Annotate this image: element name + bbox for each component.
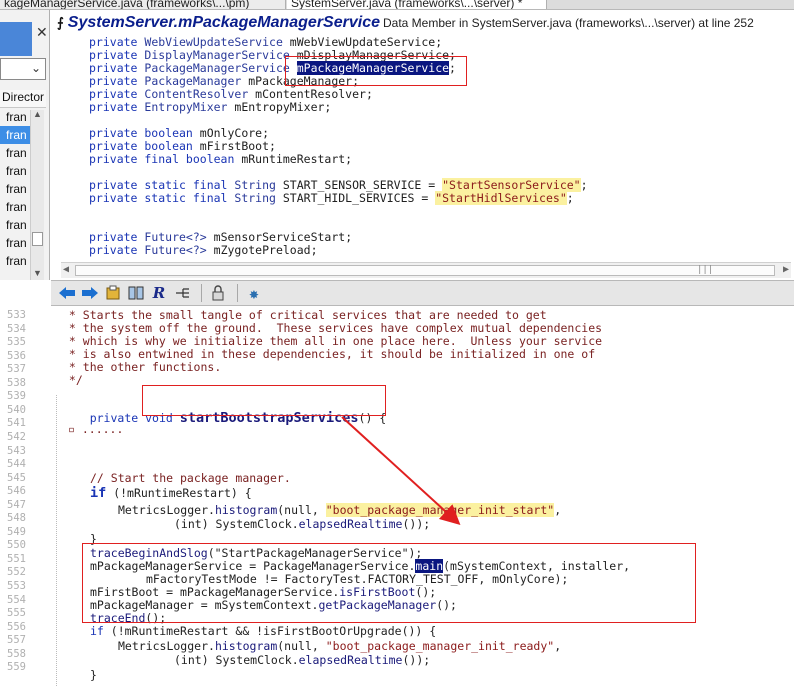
file-list-item[interactable]: fran — [0, 108, 30, 126]
function-icon: ⨍ — [57, 15, 64, 31]
code-token: ; — [566, 191, 574, 205]
code-token: private final boolean — [89, 152, 242, 166]
file-list-item[interactable]: fran — [0, 180, 30, 198]
code-line: private static final String START_HIDL_S… — [89, 191, 574, 205]
lock-icon[interactable] — [208, 283, 228, 303]
scrollbar-grip-icon: ||| — [697, 265, 714, 275]
scrollbar-thumb[interactable] — [32, 232, 43, 246]
scroll-left-icon[interactable]: ◀ — [63, 264, 69, 275]
left-panel: ✕ ⌄ Director fran fran fran fran fran fran fra… — [0, 10, 50, 280]
directory-column-header[interactable]: Director — [0, 90, 46, 108]
context-toolbar: R ✸ — [51, 280, 794, 306]
code-token: mEntropyMixer; — [234, 100, 332, 114]
tab-system-server[interactable]: SystemServer.java (frameworks\...\server… — [287, 0, 547, 10]
file-list-item[interactable]: fran — [0, 198, 30, 216]
code-token: private — [89, 243, 145, 257]
code-token: WebViewUpdateService — [144, 35, 290, 49]
code-token: mOnlyCore; — [199, 126, 270, 140]
back-arrow-icon[interactable] — [57, 283, 77, 303]
code-token: private — [89, 35, 145, 49]
scrollbar-thumb[interactable] — [75, 265, 775, 276]
toolbar-separator — [237, 284, 238, 302]
annotation-arrow — [341, 416, 461, 526]
code-token: EntropyMixer — [144, 100, 235, 114]
horizontal-scrollbar[interactable]: ◀ ||| ▶ — [61, 262, 791, 278]
code-token: mWebViewUpdateService; — [289, 35, 443, 49]
code-token: private — [89, 74, 145, 88]
code-token: START_SENSOR_SERVICE = — [282, 178, 443, 192]
code-token: mRuntimeRestart; — [241, 152, 353, 166]
code-token: "StartHidlServices" — [435, 191, 567, 205]
code-line: private final boolean mRuntimeRestart; — [89, 153, 352, 166]
code-token: private — [89, 100, 145, 114]
code-token: String — [234, 178, 283, 192]
close-icon[interactable]: ✕ — [36, 24, 48, 41]
code-token: private — [89, 48, 145, 62]
symbol-context-panel: ⨍ SystemServer.mPackageManagerService Da… — [51, 10, 794, 280]
code-token: START_HIDL_SERVICES = — [282, 191, 436, 205]
symbol-description: Data Member in SystemServer.java (framew… — [382, 16, 754, 30]
annotation-box-member — [285, 56, 467, 86]
code-token: private boolean — [89, 126, 200, 140]
book-icon[interactable] — [126, 283, 146, 303]
code-token: private — [89, 61, 145, 75]
code-token: PackageManager — [144, 74, 249, 88]
scroll-down-icon[interactable]: ▼ — [33, 268, 42, 278]
left-panel-scrollbar[interactable]: ▲ ▼ — [30, 109, 44, 280]
code-token: private static final — [89, 178, 235, 192]
file-list: fran fran fran fran fran fran fran fran fran — [0, 108, 30, 270]
code-token: DisplayManagerService — [144, 48, 297, 62]
left-panel-title-strip — [0, 22, 32, 56]
tab-label: SystemServer.java (frameworks\...\server… — [291, 0, 523, 10]
code-token: private — [89, 87, 145, 101]
call-graph-icon[interactable] — [172, 283, 192, 303]
tab-package-manager-service[interactable]: kageManagerService.java (frameworks\...\… — [0, 0, 286, 10]
gear-icon[interactable]: ✸ — [244, 283, 264, 303]
file-list-item[interactable]: fran — [0, 234, 30, 252]
code-token: ContentResolver — [144, 87, 256, 101]
code-token: PackageManagerService — [144, 61, 297, 75]
file-list-item[interactable]: fran — [0, 252, 30, 270]
code-token: "StartSensorService" — [442, 178, 581, 192]
forward-arrow-icon[interactable] — [80, 283, 100, 303]
code-token: Future<?> — [144, 230, 214, 244]
code-line: private Future<?> mZygotePreload; — [89, 244, 318, 257]
code-token: mSensorServiceStart; — [213, 230, 353, 244]
code-token: private — [89, 230, 145, 244]
tab-bar: kageManagerService.java (frameworks\...\… — [0, 0, 794, 10]
code-token: private boolean — [89, 139, 200, 153]
code-editor[interactable]: 533 534 535 536 537 538 539 540 541 542 543 544 545 5… — [0, 307, 794, 686]
file-list-item[interactable]: fran — [0, 216, 30, 234]
code-token: mZygotePreload; — [213, 243, 318, 257]
code-token: private static final — [89, 191, 235, 205]
scroll-up-icon[interactable]: ▲ — [33, 109, 42, 119]
code-token: Future<?> — [144, 243, 214, 257]
code-line: private EntropyMixer mEntropyMixer; — [89, 101, 331, 114]
file-list-item[interactable]: fran — [0, 162, 30, 180]
file-list-item[interactable]: fran — [0, 126, 30, 144]
code-token: ; — [580, 178, 588, 192]
references-icon[interactable]: R — [149, 283, 169, 303]
toolbar-separator — [201, 284, 202, 302]
symbol-title-bar: ⨍ SystemServer.mPackageManagerService Da… — [57, 12, 754, 34]
symbol-name: SystemServer.mPackageManagerService — [67, 14, 380, 31]
code-token: mFirstBoot; — [199, 139, 276, 153]
code-token: String — [234, 191, 283, 205]
chevron-down-icon: ⌄ — [30, 61, 41, 75]
project-dropdown[interactable]: ⌄ — [0, 58, 46, 80]
file-list-item[interactable]: fran — [0, 144, 30, 162]
jump-to-definition-icon[interactable] — [103, 283, 123, 303]
tab-label: kageManagerService.java (frameworks\...\… — [4, 0, 250, 10]
scroll-right-icon[interactable]: ▶ — [783, 264, 789, 275]
code-token: mContentResolver; — [255, 87, 373, 101]
